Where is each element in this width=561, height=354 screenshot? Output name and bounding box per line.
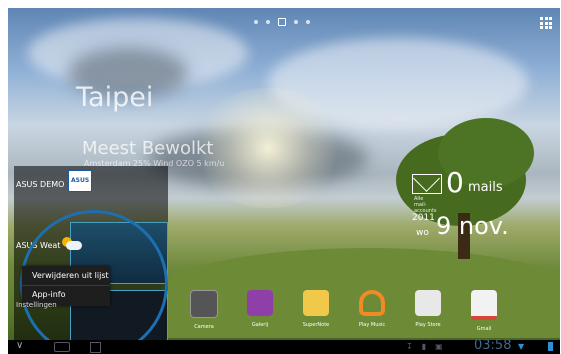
image-icon: ▣ xyxy=(435,342,443,351)
page-indicator xyxy=(254,18,310,26)
dock-app-play-store[interactable]: Play Store xyxy=(406,290,450,328)
mail-label: mails xyxy=(468,180,503,195)
dock-app-label: SuperNote xyxy=(302,322,330,328)
asus-demo-icon: ASUS xyxy=(68,170,92,192)
notification-icons[interactable]: ↧ ▮ ▣ xyxy=(406,342,443,351)
dock-app-label: Galerij xyxy=(251,322,269,328)
dock-app-play-music[interactable]: Play Music xyxy=(350,290,394,328)
dock-app-label: Gmail xyxy=(476,326,492,332)
dock-app-label: Camera xyxy=(194,324,214,330)
recent-app-label[interactable]: ASUS DEMO xyxy=(16,180,64,189)
weather-city[interactable]: Taipei xyxy=(76,82,153,113)
system-bar: ∨ ↧ ▮ ▣ 03:58 ▼ xyxy=(8,338,560,354)
back-icon[interactable]: ∨ xyxy=(16,340,23,351)
dock-app-label: Play Music xyxy=(358,322,386,328)
weather-condition: Meest Bewolkt xyxy=(82,138,214,159)
page-dot-home[interactable] xyxy=(278,18,286,26)
dock-app-supernote[interactable]: SuperNote xyxy=(294,290,338,328)
mail-count: 0 xyxy=(446,166,464,199)
date-weekday: wo xyxy=(416,228,429,238)
download-icon: ↧ xyxy=(406,342,413,351)
all-apps-grid-icon[interactable] xyxy=(540,17,552,29)
context-menu: Verwijderen uit lijst App-info xyxy=(22,266,110,306)
gallery-icon xyxy=(247,290,273,316)
dock-app-gallery[interactable]: Galerij xyxy=(238,290,282,328)
gmail-icon xyxy=(471,290,497,320)
dock-app-gmail[interactable]: Gmail xyxy=(462,290,506,332)
menu-divider xyxy=(22,285,110,286)
recent-app-label-partial: Instellingen xyxy=(16,301,57,309)
camera-icon xyxy=(190,290,218,318)
envelope-icon xyxy=(412,174,442,194)
menu-item-remove-from-list[interactable]: Verwijderen uit lijst xyxy=(32,271,109,280)
page-dot[interactable] xyxy=(306,20,310,24)
recent-apps-icon[interactable] xyxy=(90,342,101,353)
page-dot[interactable] xyxy=(294,20,298,24)
mail-subtitle: Alle mail-accounts xyxy=(414,196,437,214)
menu-item-app-info[interactable]: App-info xyxy=(32,290,66,299)
page-dot[interactable] xyxy=(266,20,270,24)
dock-app-camera[interactable]: Camera xyxy=(182,290,226,330)
page-dot[interactable] xyxy=(254,20,258,24)
notes-icon: ▮ xyxy=(421,342,427,351)
tablet-homescreen: Taipei Meest Bewolkt Amsterdam 25% Wind … xyxy=(8,8,560,354)
supernote-icon xyxy=(303,290,329,316)
shopping-bag-icon xyxy=(415,290,441,316)
date-year: 2011 xyxy=(412,213,435,223)
status-clock[interactable]: 03:58 xyxy=(474,338,511,353)
battery-icon xyxy=(548,342,553,351)
date-day[interactable]: 9 nov. xyxy=(436,212,509,240)
wifi-icon: ▼ xyxy=(518,342,525,351)
home-icon[interactable] xyxy=(54,342,70,352)
headphones-icon xyxy=(359,290,385,316)
dock-app-label: Play Store xyxy=(415,322,441,328)
